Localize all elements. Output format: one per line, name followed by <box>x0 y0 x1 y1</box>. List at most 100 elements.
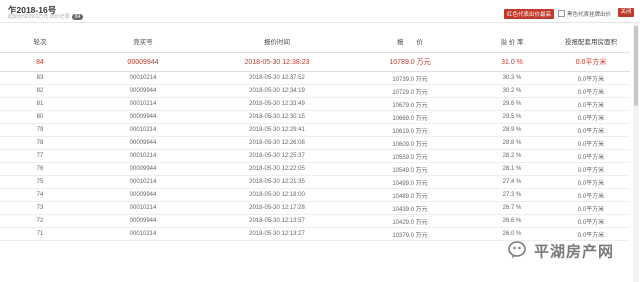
bidder-cell: 00010214 <box>80 201 206 215</box>
bidder-cell: 00010214 <box>80 175 206 189</box>
bidder-cell: 00010214 <box>80 123 206 137</box>
area-cell: 0.0平方米 <box>552 175 630 189</box>
area-cell: 0.0平方米 <box>552 97 630 111</box>
bidder-cell: 00010214 <box>80 149 206 163</box>
area-cell: 0.0平方米 <box>552 136 630 150</box>
wechat-icon <box>508 240 530 264</box>
round-cell: 74 <box>0 188 80 202</box>
table-row: 81 00010214 2018-05-30 12:33:49 10679.0 万元 2… <box>0 97 630 111</box>
table-row: 82 00009944 2018-05-30 12:34:19 10729.0 万元 3… <box>0 84 630 98</box>
time-cell: 2018-05-30 12:13:27 <box>206 227 348 241</box>
round-cell: 80 <box>0 110 80 124</box>
highest-bid-legend: 红色代表出价最高 <box>504 9 555 19</box>
time-cell: 2018-05-30 12:22:05 <box>206 162 348 176</box>
premium-cell: 27.3 % <box>472 188 552 202</box>
col-header-premium: 溢 价 率 <box>472 30 552 53</box>
price-cell: 10429.0 万元 <box>348 214 472 228</box>
round-cell: 73 <box>0 201 80 215</box>
price-cell: 10669.0 万元 <box>348 110 472 124</box>
price-cell: 10609.0 万元 <box>348 136 472 150</box>
area-cell: 0.0平方米 <box>552 52 630 72</box>
premium-cell: 30.2 % <box>472 84 552 98</box>
time-cell: 2018-05-30 12:37:52 <box>206 71 348 85</box>
price-cell: 10489.0 万元 <box>348 188 472 202</box>
bidder-cell: 00009944 <box>80 136 206 150</box>
premium-cell: 26.7 % <box>472 201 552 215</box>
premium-cell: 28.1 % <box>472 162 552 176</box>
price-cell: 10439.0 万元 <box>348 201 472 215</box>
premium-cell: 31.0 % <box>472 52 552 72</box>
col-header-price: 报 价 <box>348 30 472 53</box>
table-row: 75 00010214 2018-05-30 12:21:35 10499.0 万元 2… <box>0 175 630 189</box>
legend-checkbox-label: 黑色代表挂牌出价 <box>567 12 612 18</box>
premium-cell: 29.5 % <box>472 110 552 124</box>
price-cell: 10379.0 万元 <box>348 227 472 241</box>
bidder-cell: 00010214 <box>80 71 206 85</box>
area-cell: 0.0平方米 <box>552 201 630 215</box>
premium-cell: 26.0 % <box>472 227 552 241</box>
time-cell: 2018-05-30 12:38:23 <box>206 52 348 72</box>
table-row: 74 00009944 2018-05-30 12:18:00 10489.0 万元 2… <box>0 188 630 202</box>
table-row: 77 00010214 2018-05-30 12:25:37 10559.0 万元 2… <box>0 149 630 163</box>
close-button[interactable]: 关闭 <box>618 8 634 17</box>
table-header-row: 轮次 竞买号 报价时间 报 价 溢 价 率 投报配套用房面积 <box>0 30 630 53</box>
bidder-cell: 00009944 <box>80 188 206 202</box>
round-cell: 79 <box>0 123 80 137</box>
bidder-cell: 00009944 <box>80 84 206 98</box>
header-bar: 乍2018-16号 起始价9239.0万元 出价记录 84 红色代表出价最高 黑色代… <box>0 0 640 23</box>
scrollbar-thumb[interactable] <box>634 26 638 106</box>
round-cell: 76 <box>0 162 80 176</box>
area-cell: 0.0平方米 <box>552 123 630 137</box>
bidder-cell: 00009944 <box>80 110 206 124</box>
area-cell: 0.0平方米 <box>552 110 630 124</box>
round-cell: 82 <box>0 84 80 98</box>
legend-checkbox[interactable] <box>558 10 566 17</box>
time-cell: 2018-05-30 12:26:08 <box>206 136 348 150</box>
bidder-cell: 00009944 <box>80 162 206 176</box>
area-cell: 0.0平方米 <box>552 227 630 241</box>
premium-cell: 28.9 % <box>472 123 552 137</box>
record-count-badge: 84 <box>71 14 84 20</box>
col-header-round: 轮次 <box>0 30 80 53</box>
table-row: 76 00009944 2018-05-30 12:22:05 10549.0 万元 2… <box>0 162 630 176</box>
table-row: 79 00010214 2018-05-30 12:29:41 10619.0 万元 2… <box>0 123 630 137</box>
time-cell: 2018-05-30 12:25:37 <box>206 149 348 163</box>
round-cell: 71 <box>0 227 80 241</box>
premium-cell: 27.4 % <box>472 175 552 189</box>
col-header-area: 投报配套用房面积 <box>552 30 630 53</box>
table-row: 80 00009944 2018-05-30 12:30:15 10669.0 万元 2… <box>0 110 630 124</box>
table-row: 73 00010214 2018-05-30 12:17:28 10439.0 万元 2… <box>0 201 630 215</box>
premium-cell: 26.6 % <box>472 214 552 228</box>
watermark-text: 平湖房产网 <box>534 242 615 261</box>
price-cell: 10739.0 万元 <box>348 71 472 85</box>
area-cell: 0.0平方米 <box>552 71 630 85</box>
price-cell: 10729.0 万元 <box>348 84 472 98</box>
price-cell: 10499.0 万元 <box>348 175 472 189</box>
time-cell: 2018-05-30 12:29:41 <box>206 123 348 137</box>
price-cell: 10559.0 万元 <box>348 149 472 163</box>
round-cell: 78 <box>0 136 80 150</box>
round-cell: 81 <box>0 97 80 111</box>
price-cell: 10619.0 万元 <box>348 123 472 137</box>
time-cell: 2018-05-30 12:21:35 <box>206 175 348 189</box>
area-cell: 0.0平方米 <box>552 162 630 176</box>
bidder-cell: 00009944 <box>80 52 206 72</box>
time-cell: 2018-05-30 12:30:15 <box>206 110 348 124</box>
price-cell: 10789.0 万元 <box>348 52 472 72</box>
round-cell: 83 <box>0 71 80 85</box>
lot-subtitle: 起始价9239.0万元 出价记录 84 <box>8 13 84 20</box>
round-cell: 72 <box>0 214 80 228</box>
round-cell: 84 <box>0 52 80 72</box>
premium-cell: 29.6 % <box>472 97 552 111</box>
premium-cell: 28.2 % <box>472 149 552 163</box>
table-row: 83 00010214 2018-05-30 12:37:52 10739.0 万元 3… <box>0 71 630 85</box>
bidder-cell: 00010214 <box>80 97 206 111</box>
watermark: 平湖房产网 <box>508 240 614 268</box>
premium-cell: 28.8 % <box>472 136 552 150</box>
time-cell: 2018-05-30 12:18:00 <box>206 188 348 202</box>
time-cell: 2018-05-30 12:33:49 <box>206 97 348 111</box>
area-cell: 0.0平方米 <box>552 214 630 228</box>
time-cell: 2018-05-30 12:17:28 <box>206 201 348 215</box>
round-cell: 75 <box>0 175 80 189</box>
area-cell: 0.0平方米 <box>552 188 630 202</box>
